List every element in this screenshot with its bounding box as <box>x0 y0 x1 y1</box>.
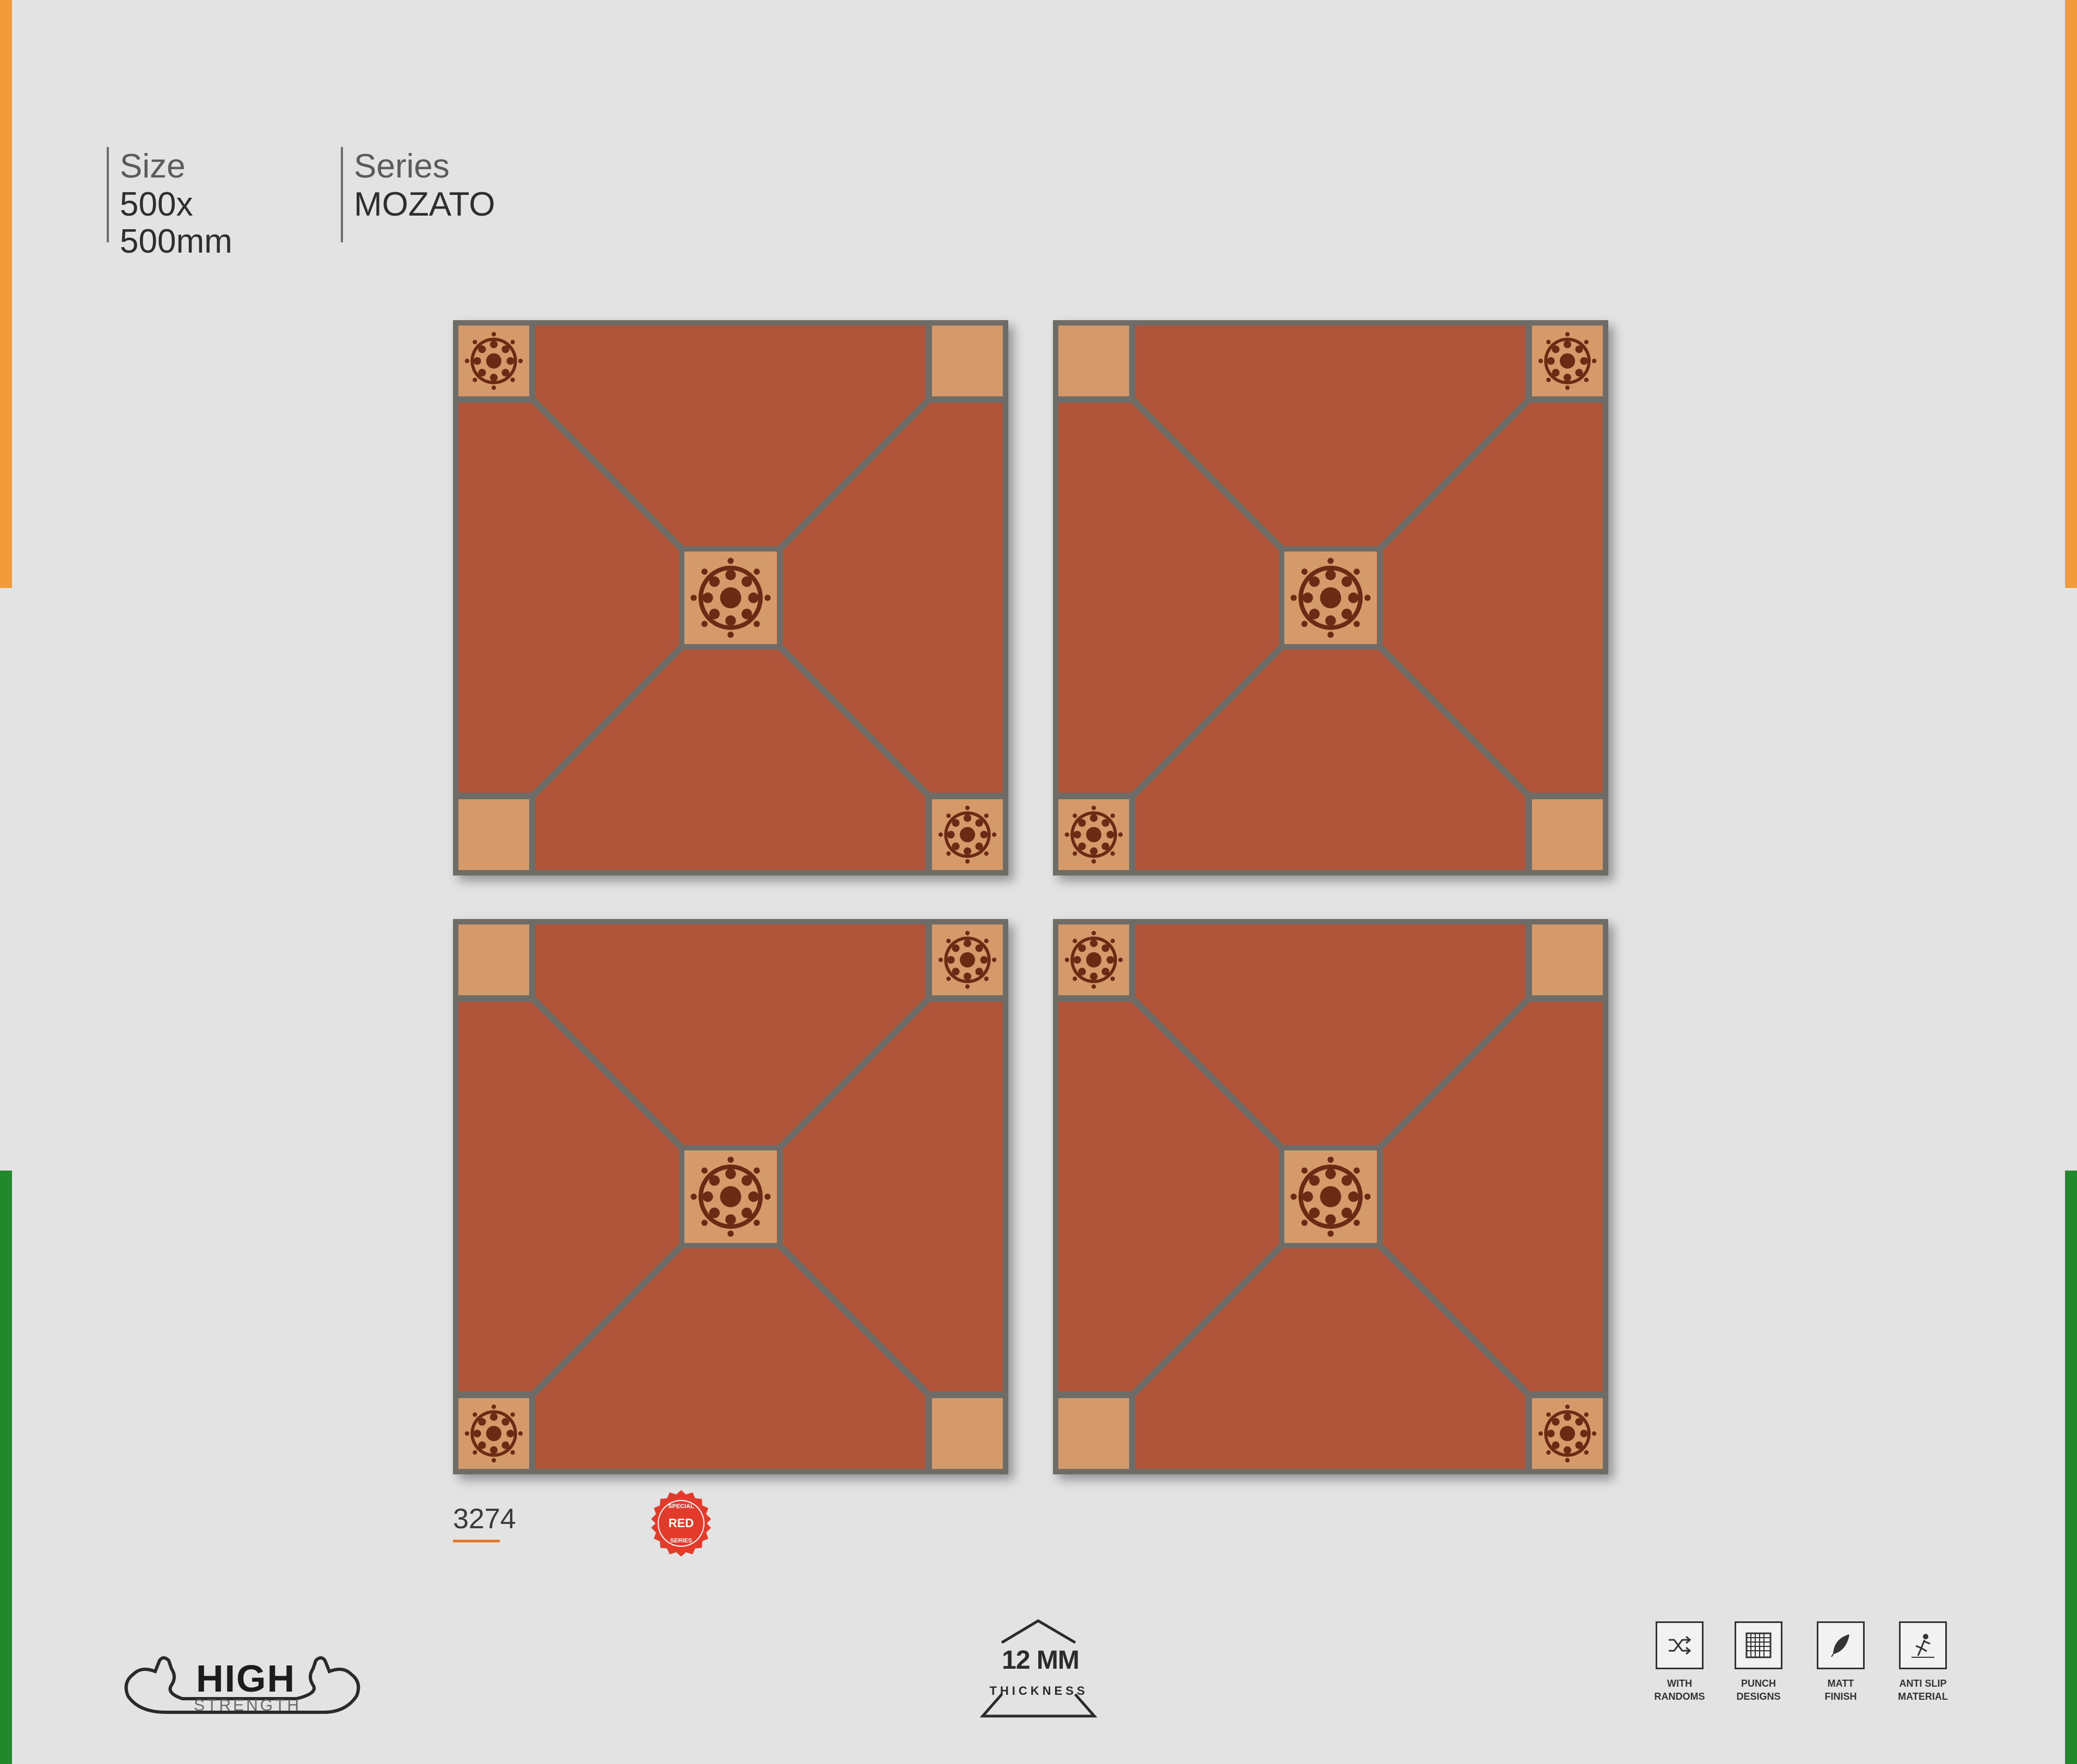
feature-line1: MATT <box>1827 1678 1854 1689</box>
tile-top-left <box>453 320 1008 875</box>
tile-artwork <box>1053 320 1608 875</box>
feature-line2: MATERIAL <box>1898 1691 1948 1702</box>
code-underline <box>453 1540 500 1542</box>
strength-text: STRENGTH <box>194 1696 301 1714</box>
thickness-label: THICKNESS <box>989 1684 1088 1698</box>
feature-line2: FINISH <box>1824 1691 1857 1702</box>
feature-with-randoms: WITH RANDOMS <box>1639 1621 1720 1703</box>
tile-artwork <box>1053 919 1608 1474</box>
green-stripe-right <box>2065 1171 2077 1764</box>
high-text: HIGH <box>196 1657 296 1700</box>
series-value: MOZATO <box>354 186 495 223</box>
product-code: 3274 <box>453 1503 516 1535</box>
green-stripe-left <box>0 1171 12 1764</box>
series-spec: Series MOZATO <box>341 147 495 242</box>
shuffle-icon <box>1669 1636 1692 1655</box>
red-series-badge: SPECIAL RED SERIES <box>651 1490 711 1557</box>
feature-line1: WITH <box>1667 1678 1692 1689</box>
thickness-value: 12 MM <box>1002 1646 1080 1675</box>
tile-bottom-right <box>1053 919 1608 1474</box>
feature-anti-slip: ANTI SLIP MATERIAL <box>1882 1621 1964 1703</box>
badge-center-text: RED <box>669 1516 694 1530</box>
feature-line2: RANDOMS <box>1654 1691 1705 1702</box>
orange-stripe-right <box>2065 0 2077 588</box>
orange-stripe-left <box>0 0 12 588</box>
size-value: 500x 500mm <box>120 186 232 260</box>
badge-top-text: SPECIAL <box>668 1503 694 1510</box>
feather-icon <box>1831 1634 1849 1657</box>
size-label: Size <box>120 148 186 185</box>
badge-bottom-text: SERIES <box>670 1538 692 1544</box>
tile-artwork <box>453 919 1008 1474</box>
feature-line2: DESIGNS <box>1736 1691 1781 1702</box>
series-label: Series <box>354 148 450 185</box>
feature-line1: PUNCH <box>1741 1678 1776 1689</box>
grid-icon <box>1745 1632 1772 1658</box>
slip-icon <box>1911 1634 1934 1658</box>
tile-top-right <box>1053 320 1608 875</box>
tile-artwork <box>453 320 1008 875</box>
tile-bottom-left <box>453 919 1008 1474</box>
feature-line1: ANTI SLIP <box>1899 1678 1947 1689</box>
size-spec: Size 500x 500mm <box>107 147 256 260</box>
feature-matt-finish: MATT FINISH <box>1800 1621 1882 1703</box>
feature-punch-designs: PUNCH DESIGNS <box>1718 1621 1799 1703</box>
